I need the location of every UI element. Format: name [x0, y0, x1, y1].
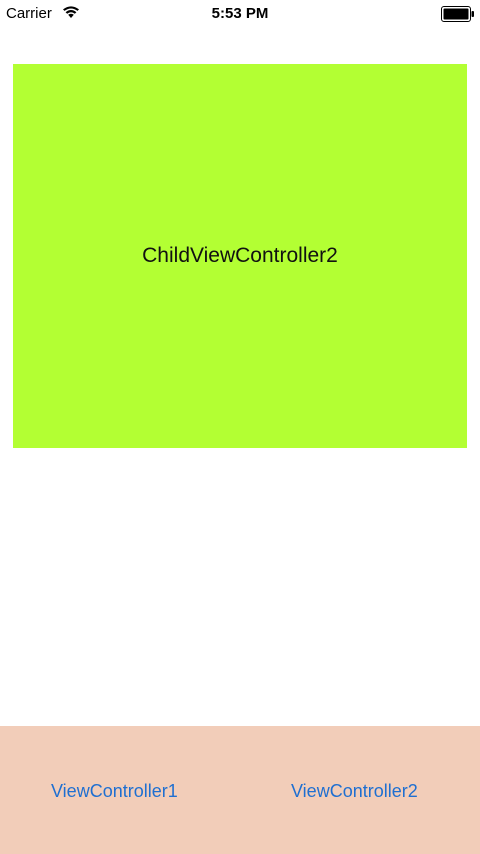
child-view-label: ChildViewController2	[142, 244, 338, 267]
view-controller-1-button[interactable]: ViewController1	[51, 779, 178, 803]
view-controller-2-button[interactable]: ViewController2	[291, 779, 418, 803]
battery-icon	[441, 6, 475, 22]
status-time: 5:53 PM	[211, 5, 269, 22]
child-view-container: ChildViewController2	[13, 64, 467, 448]
bottom-button-bar: ViewController1 ViewController2	[0, 726, 480, 854]
status-bar: Carrier 5:53 PM	[0, 0, 480, 28]
